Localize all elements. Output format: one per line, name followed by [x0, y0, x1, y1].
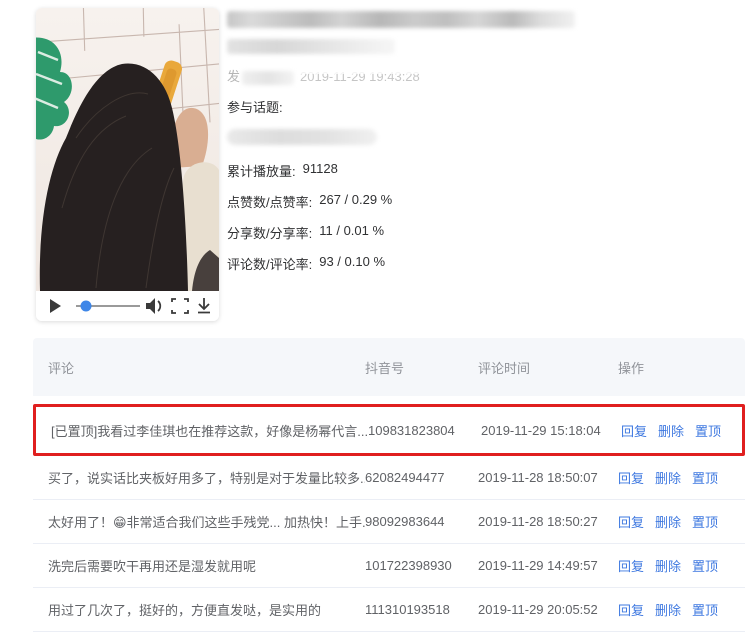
douyin-id-cell: 109831823804 — [368, 422, 455, 438]
comment-time-cell: 2019-11-29 15:18:04 — [481, 422, 601, 438]
row-actions: 回复 删除 置顶 — [618, 556, 745, 575]
stat-value: 11 / 0.01 % — [319, 223, 385, 238]
publish-label-fragment: 发 — [227, 69, 241, 84]
row-actions: 回复 删除 置顶 — [621, 421, 742, 440]
table-row: 洗完后需要吹干再用还是湿发就用呢 101722398930 2019-11-29… — [33, 544, 745, 588]
table-row: 太好用了！😁非常适合我们这些手残党... 加热快！上手... 980929836… — [33, 500, 745, 544]
stat-like-rate: 点赞数/点赞率: 267 / 0.29 % — [227, 192, 647, 211]
comment-table-header: 评论 抖音号 评论时间 操作 — [33, 338, 745, 396]
topic-label: 参与话题: — [227, 100, 283, 115]
stat-label: 评论数/评论率: — [227, 257, 313, 272]
comment-time-cell: 2019-11-29 14:49:57 — [478, 558, 598, 573]
pin-link[interactable]: 置顶 — [692, 512, 718, 531]
header-douyin-id: 抖音号 — [365, 360, 405, 376]
publish-date: 2019-11-29 19:43:28 — [300, 69, 420, 84]
stat-value: 91128 — [302, 161, 338, 176]
header-comment-time: 评论时间 — [478, 360, 531, 376]
comment-table-body: [已置顶]我看过李佳琪也在推荐这款，好像是杨幂代言... 10983182380… — [33, 404, 745, 632]
comment-time-cell: 2019-11-29 20:05:52 — [478, 602, 598, 617]
douyin-id-cell: 111310193518 — [365, 602, 450, 617]
comment-time-cell: 2019-11-28 18:50:27 — [478, 514, 598, 529]
pin-link[interactable]: 置顶 — [692, 556, 718, 575]
table-row: 用过了几次了，挺好的，方便直发哒，是实用的 111310193518 2019-… — [33, 588, 745, 632]
pin-link[interactable]: 置顶 — [695, 421, 721, 440]
stat-value: 267 / 0.29 % — [319, 192, 393, 207]
stat-comment-rate: 评论数/评论率: 93 / 0.10 % — [227, 254, 647, 273]
header-comment: 评论 — [48, 360, 75, 376]
row-actions: 回复 删除 置顶 — [618, 512, 745, 531]
page: 发 2019-11-29 19:43:28 参与话题: 累计播放量: 91128 … — [0, 0, 753, 633]
video-thumbnail — [36, 8, 219, 291]
douyin-id-cell: 98092983644 — [365, 514, 445, 529]
stats-panel: 累计播放量: 91128 点赞数/点赞率: 267 / 0.29 % 分享数/分… — [227, 161, 647, 273]
stat-label: 分享数/分享率: — [227, 226, 313, 241]
play-icon[interactable] — [50, 299, 61, 313]
pin-link[interactable]: 置顶 — [692, 600, 718, 619]
stat-label: 点赞数/点赞率: — [227, 195, 313, 210]
censored-publish-label — [242, 70, 295, 85]
censored-account-name — [227, 39, 395, 54]
comment-time-cell: 2019-11-28 18:50:07 — [478, 470, 598, 485]
progress-slider[interactable] — [76, 300, 140, 312]
video-controls — [36, 291, 219, 321]
douyin-id-cell: 101722398930 — [365, 558, 452, 573]
censored-topic — [227, 129, 377, 145]
table-row: [已置顶]我看过李佳琪也在推荐这款，好像是杨幂代言... 10983182380… — [33, 404, 745, 456]
comment-cell: [已置顶]我看过李佳琪也在推荐这款，好像是杨幂代言... — [51, 423, 368, 439]
comment-table: 评论 抖音号 评论时间 操作 [已置顶]我看过李佳琪也在推荐这款，好像是杨幂代言… — [33, 338, 745, 632]
reply-link[interactable]: 回复 — [618, 512, 644, 531]
row-actions: 回复 删除 置顶 — [618, 468, 745, 487]
reply-link[interactable]: 回复 — [618, 468, 644, 487]
douyin-id-cell: 62082494477 — [365, 470, 445, 485]
delete-link[interactable]: 删除 — [655, 556, 681, 575]
download-icon[interactable] — [198, 298, 210, 314]
comment-cell: 买了，说实话比夹板好用多了，特别是对于发量比较多... — [48, 471, 365, 486]
video-player[interactable] — [36, 8, 219, 321]
header-actions: 操作 — [618, 360, 645, 376]
delete-link[interactable]: 删除 — [655, 512, 681, 531]
volume-icon[interactable] — [146, 298, 162, 314]
censored-video-title — [227, 11, 575, 28]
stat-share-rate: 分享数/分享率: 11 / 0.01 % — [227, 223, 647, 242]
delete-link[interactable]: 删除 — [655, 600, 681, 619]
table-row: 买了，说实话比夹板好用多了，特别是对于发量比较多... 62082494477 … — [33, 456, 745, 500]
comment-cell: 用过了几次了，挺好的，方便直发哒，是实用的 — [48, 603, 322, 618]
stat-label: 累计播放量: — [227, 164, 296, 179]
reply-link[interactable]: 回复 — [621, 421, 647, 440]
video-info-panel: 发 2019-11-29 19:43:28 参与话题: 累计播放量: 91128 … — [227, 8, 647, 273]
stat-value: 93 / 0.10 % — [319, 254, 386, 269]
comment-cell: 洗完后需要吹干再用还是湿发就用呢 — [48, 559, 257, 574]
delete-link[interactable]: 删除 — [655, 468, 681, 487]
reply-link[interactable]: 回复 — [618, 600, 644, 619]
comment-cell: 太好用了！😁非常适合我们这些手残党... 加热快！上手... — [48, 515, 365, 530]
row-actions: 回复 删除 置顶 — [618, 600, 745, 619]
publish-date-line: 发 2019-11-29 19:43:28 — [227, 66, 647, 85]
stat-play-count: 累计播放量: 91128 — [227, 161, 647, 180]
fullscreen-icon[interactable] — [171, 298, 189, 314]
delete-link[interactable]: 删除 — [658, 421, 684, 440]
reply-link[interactable]: 回复 — [618, 556, 644, 575]
pin-link[interactable]: 置顶 — [692, 468, 718, 487]
